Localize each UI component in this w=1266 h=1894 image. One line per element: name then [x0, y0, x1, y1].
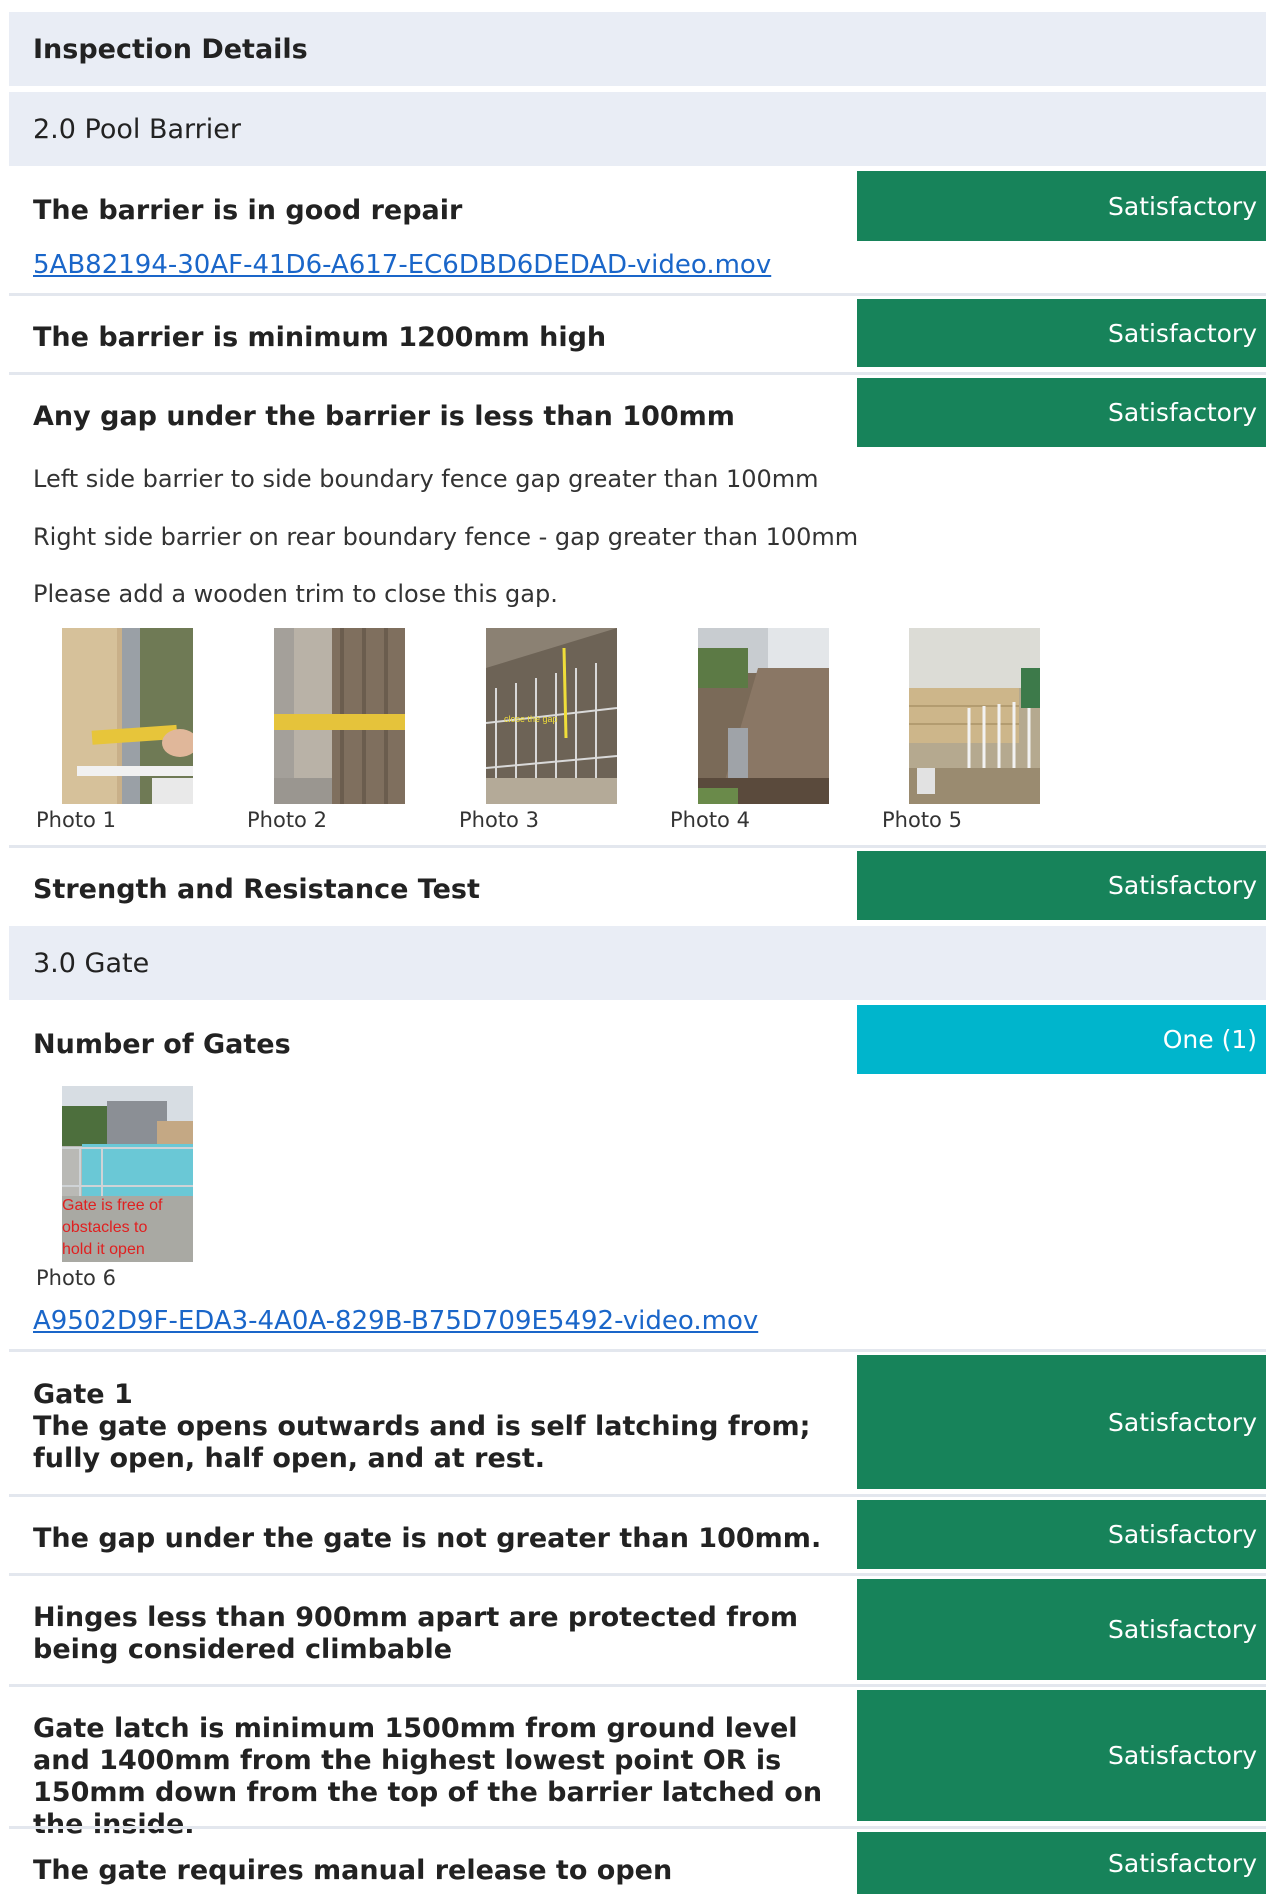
divider	[9, 845, 1266, 848]
status-gate1: Satisfactory	[857, 1355, 1266, 1489]
photo-thumbnail[interactable]	[274, 628, 405, 804]
attachment-link-barrier-video[interactable]: 5AB82194-30AF-41D6-A617-EC6DBD6DEDAD-vid…	[33, 250, 771, 280]
photo-thumbnail[interactable]: Gate is free of obstacles to hold it ope…	[62, 1086, 193, 1262]
section-pool-barrier: 2.0 Pool Barrier	[9, 92, 1266, 166]
status-gate-gap: Satisfactory	[857, 1500, 1266, 1569]
gate1-title: Gate 1	[33, 1379, 133, 1410]
status-latch: Satisfactory	[857, 1690, 1266, 1821]
question-gap-under-barrier: Any gap under the barrier is less than 1…	[33, 401, 735, 432]
photo-overlay-text: Gate is free of	[62, 1197, 163, 1214]
section-inspection-details: Inspection Details	[9, 12, 1266, 86]
question-number-of-gates: Number of Gates	[33, 1029, 291, 1060]
photo-overlay-text: obstacles to	[62, 1219, 147, 1236]
note-right-side-gap: Right side barrier on rear boundary fenc…	[33, 523, 859, 551]
question-hinges: Hinges less than 900mm apart are protect…	[33, 1602, 799, 1665]
photo-overlay-text: close the gap	[504, 714, 558, 724]
status-gap-under-barrier: Satisfactory	[857, 378, 1266, 447]
photo-caption: Photo 5	[882, 808, 962, 832]
divider	[9, 1684, 1266, 1687]
note-left-side-gap: Left side barrier to side boundary fence…	[33, 465, 819, 493]
divider	[9, 372, 1266, 375]
photo-caption: Photo 6	[36, 1266, 116, 1290]
question-barrier-height: The barrier is minimum 1200mm high	[33, 322, 607, 353]
divider	[9, 1349, 1266, 1352]
photo-image	[274, 628, 405, 804]
photo-caption: Photo 2	[247, 808, 327, 832]
photo-image	[698, 628, 829, 804]
photo-caption: Photo 1	[36, 808, 116, 832]
status-barrier-repair: Satisfactory	[857, 171, 1266, 241]
photo-gallery-gate: Gate is free of obstacles to hold it ope…	[0, 1086, 300, 1296]
divider	[9, 293, 1266, 296]
note-add-wooden-trim: Please add a wooden trim to close this g…	[33, 580, 558, 608]
photo-caption: Photo 4	[670, 808, 750, 832]
photo-thumbnail[interactable]	[909, 628, 1040, 804]
photo-thumbnail[interactable]: close the gap	[486, 628, 617, 804]
photo-thumbnail[interactable]	[698, 628, 829, 804]
status-barrier-height: Satisfactory	[857, 299, 1266, 367]
divider	[9, 1826, 1266, 1829]
question-gate1: Gate 1 The gate opens outwards and is se…	[33, 1379, 833, 1475]
photo-image: Gate is free of obstacles to hold it ope…	[62, 1086, 193, 1262]
status-hinges: Satisfactory	[857, 1579, 1266, 1680]
photo-image: close the gap	[486, 628, 617, 804]
section-gate: 3.0 Gate	[9, 926, 1266, 1000]
question-manual-release: The gate requires manual release to open	[33, 1855, 673, 1886]
photo-caption: Photo 3	[459, 808, 539, 832]
photo-overlay-text: hold it open	[62, 1241, 145, 1258]
question-latch: Gate latch is minimum 1500mm from ground…	[33, 1713, 823, 1840]
status-strength-test: Satisfactory	[857, 851, 1266, 920]
divider	[9, 1573, 1266, 1576]
photo-image	[62, 628, 193, 804]
photo-gallery-barrier: Photo 1 Photo 2 close the gap Photo 3 Ph…	[0, 628, 1266, 838]
photo-thumbnail[interactable]	[62, 628, 193, 804]
question-gate-gap: The gap under the gate is not greater th…	[33, 1523, 822, 1554]
attachment-link-gate-video[interactable]: A9502D9F-EDA3-4A0A-829B-B75D709E5492-vid…	[33, 1306, 758, 1336]
inspection-report: Inspection Details 2.0 Pool Barrier The …	[0, 0, 1266, 1894]
photo-image	[909, 628, 1040, 804]
question-strength-test: Strength and Resistance Test	[33, 874, 480, 905]
question-barrier-repair: The barrier is in good repair	[33, 195, 463, 226]
gate1-description: The gate opens outwards and is self latc…	[33, 1411, 811, 1474]
divider	[9, 1494, 1266, 1497]
status-manual-release: Satisfactory	[857, 1832, 1266, 1894]
status-number-of-gates: One (1)	[857, 1005, 1266, 1074]
